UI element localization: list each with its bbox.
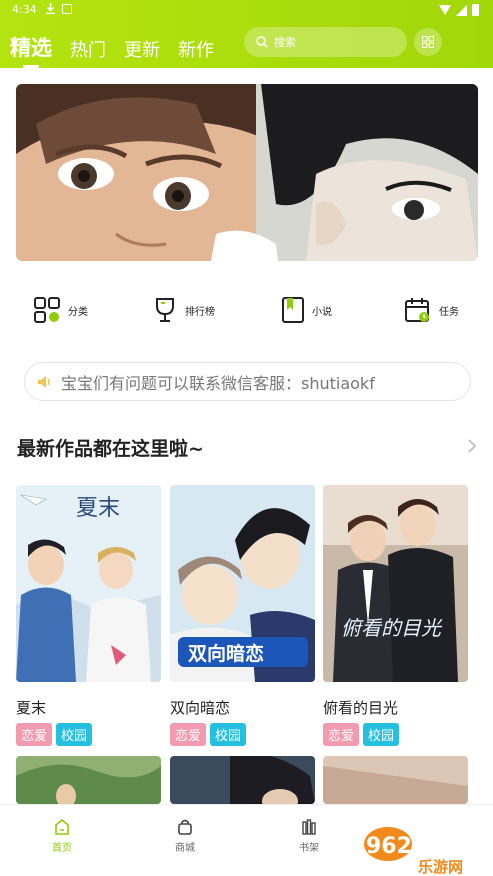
comic-title: 夏末 xyxy=(16,699,47,717)
quick-novel-label: 小说 xyxy=(312,306,332,318)
grid-icon xyxy=(422,36,434,48)
comic-title: 双向暗恋 xyxy=(170,699,231,717)
comic-card[interactable]: 双向暗恋 双向暗恋 恋爱 校园 xyxy=(170,485,315,746)
watermark-logo: 962.NET 乐游网 xyxy=(358,822,493,876)
status-time: 4:34 xyxy=(12,3,37,16)
category-icon xyxy=(34,297,60,323)
quick-ranking-label: 排行榜 xyxy=(185,306,215,318)
battery-icon xyxy=(472,4,479,16)
top-header: 4:34 精选 热门 更新 新作 搜索 xyxy=(0,0,493,68)
quick-ranking[interactable]: 排行榜 xyxy=(153,297,215,323)
comic-card[interactable]: 夏末 夏末 恋爱 校园 xyxy=(16,485,161,746)
notice-text: 宝宝们有问题可以联系微信客服：shutiaokf xyxy=(61,373,375,393)
nav-store[interactable]: 商城 xyxy=(160,819,210,854)
tag-campus: 校园 xyxy=(363,723,400,746)
signal-icon xyxy=(456,4,467,16)
quick-entry-bar: 分类 排行榜 小说 任务 xyxy=(0,297,493,333)
tag-romance: 恋爱 xyxy=(16,723,53,746)
banner-carousel[interactable] xyxy=(16,84,478,261)
tab-bar: 精选 热门 更新 新作 xyxy=(10,32,232,68)
cover-title-text: 双向暗恋 xyxy=(188,642,264,665)
tab-hot[interactable]: 热门 xyxy=(70,36,106,62)
tag-campus: 校园 xyxy=(56,723,93,746)
nav-home-label: 首页 xyxy=(52,843,72,854)
quick-category[interactable]: 分类 xyxy=(34,297,88,323)
comic-cover: 夏末 xyxy=(16,485,161,682)
nav-store-label: 商城 xyxy=(175,843,195,854)
comic-tags: 恋爱 校园 xyxy=(323,723,400,746)
svg-text:乐游网: 乐游网 xyxy=(418,858,463,876)
nav-home[interactable]: 首页 xyxy=(37,819,87,854)
status-bar: 4:34 xyxy=(0,0,493,22)
comic-card[interactable]: 俯看的目光 俯看的目光 恋爱 校园 xyxy=(323,485,468,746)
trophy-icon xyxy=(156,298,174,322)
book-icon xyxy=(282,297,304,323)
nav-bookshelf[interactable]: 书架 xyxy=(284,819,334,854)
chevron-right-icon[interactable] xyxy=(467,438,477,454)
wifi-icon xyxy=(439,5,451,15)
nav-bookshelf-label: 书架 xyxy=(299,843,319,854)
banner-image xyxy=(16,84,478,261)
tag-romance: 恋爱 xyxy=(323,723,360,746)
download-icon xyxy=(46,3,55,14)
home-icon xyxy=(55,819,69,835)
quick-task-label: 任务 xyxy=(439,306,459,318)
tab-featured[interactable]: 精选 xyxy=(10,32,52,68)
tag-romance: 恋爱 xyxy=(170,723,207,746)
bookshelf-icon xyxy=(302,819,316,835)
cover-title-text: 夏末 xyxy=(76,496,120,521)
search-placeholder: 搜索 xyxy=(274,36,296,49)
cover-title-text: 俯看的目光 xyxy=(341,616,443,640)
comic-title: 俯看的目光 xyxy=(323,699,399,717)
notice-bar[interactable]: 宝宝们有问题可以联系微信客服：shutiaokf xyxy=(24,362,471,401)
notification-icon xyxy=(62,4,72,14)
search-input[interactable]: 搜索 xyxy=(244,27,407,57)
calendar-task-icon xyxy=(405,298,429,322)
quick-novel[interactable]: 小说 xyxy=(282,297,332,323)
grid-menu-button[interactable] xyxy=(414,28,442,56)
comic-cover-partial[interactable] xyxy=(16,756,161,804)
svg-text:962.NET: 962.NET xyxy=(366,834,469,859)
search-icon xyxy=(256,36,268,48)
comic-cover-partial[interactable] xyxy=(170,756,315,804)
tab-new[interactable]: 新作 xyxy=(178,36,214,62)
quick-category-label: 分类 xyxy=(68,306,88,318)
comic-cover: 双向暗恋 xyxy=(170,485,315,682)
comic-tags: 恋爱 校园 xyxy=(170,723,247,746)
tab-updates[interactable]: 更新 xyxy=(124,36,160,62)
section-title: 最新作品都在这里啦~ xyxy=(17,438,204,460)
quick-task[interactable]: 任务 xyxy=(405,297,459,323)
comic-cover-partial[interactable] xyxy=(323,756,468,804)
shopping-bag-icon xyxy=(178,819,192,835)
speaker-icon xyxy=(38,375,50,388)
tag-campus: 校园 xyxy=(210,723,247,746)
comic-tags: 恋爱 校园 xyxy=(16,723,93,746)
comic-cover: 俯看的目光 xyxy=(323,485,468,682)
